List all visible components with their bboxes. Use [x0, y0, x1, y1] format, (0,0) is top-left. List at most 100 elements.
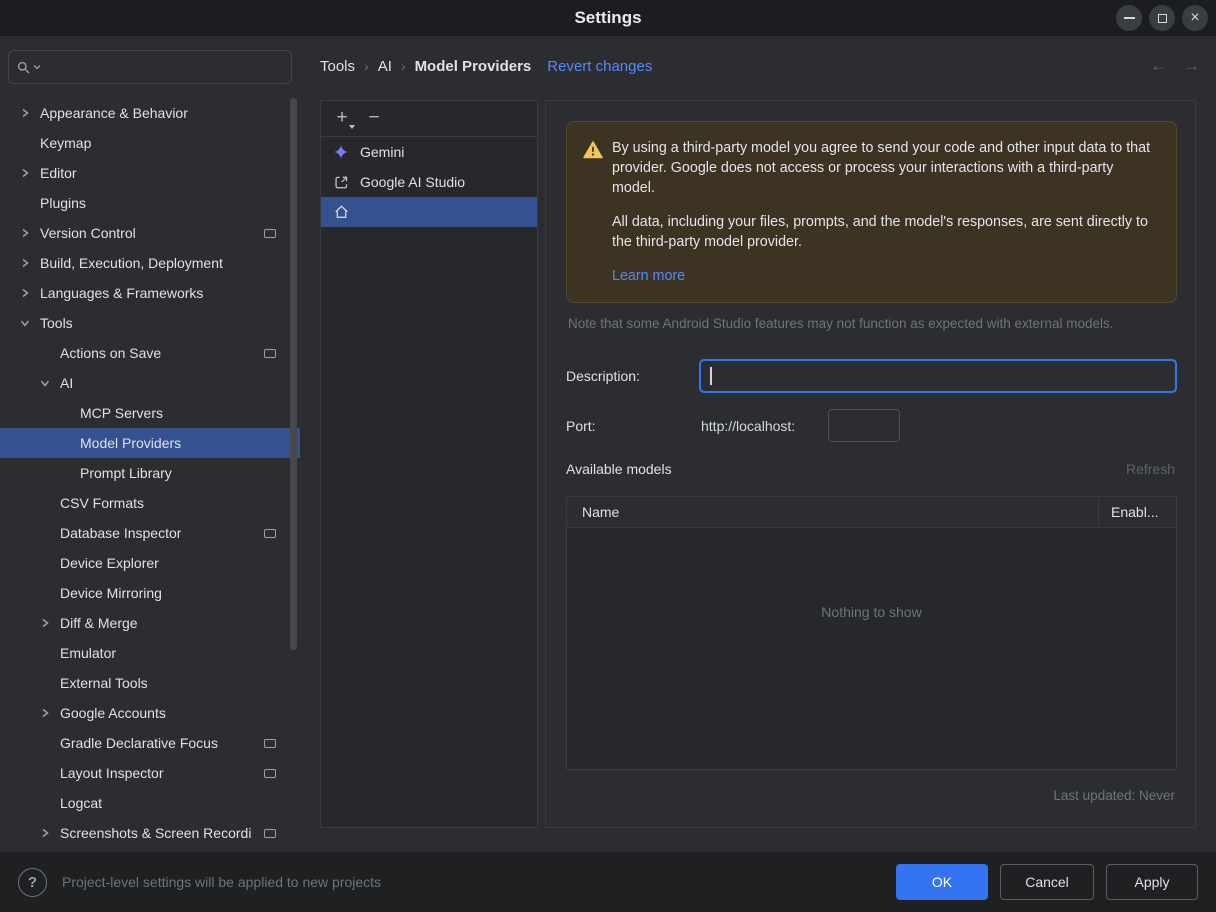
chevron-right-icon[interactable] — [14, 168, 40, 178]
port-url-prefix: http://localhost: — [701, 418, 796, 434]
chevron-right-icon[interactable] — [14, 108, 40, 118]
home-icon — [334, 205, 352, 219]
sidebar-item-plugins[interactable]: Plugins — [0, 188, 300, 218]
sidebar-item-label: Appearance & Behavior — [40, 105, 188, 121]
description-input[interactable] — [699, 359, 1177, 393]
sidebar-item-label: Logcat — [60, 795, 103, 811]
breadcrumb-model-providers: Model Providers — [414, 57, 532, 75]
minimize-icon — [1123, 17, 1135, 19]
sidebar-item-label: MCP Servers — [80, 405, 163, 421]
breadcrumb-separator: › — [364, 58, 369, 74]
search-box[interactable] — [8, 50, 292, 84]
back-arrow-icon[interactable]: ← — [1150, 56, 1167, 76]
sidebar-item-layout-inspector[interactable]: Layout Inspector — [0, 758, 300, 788]
history-nav: ← → — [1150, 56, 1200, 76]
external-models-note: Note that some Android Studio features m… — [568, 316, 1114, 331]
sidebar-item-screenshots-screen-recordi[interactable]: Screenshots & Screen Recordi — [0, 818, 300, 848]
add-provider-button[interactable]: + — [331, 107, 355, 130]
sidebar-item-prompt-library[interactable]: Prompt Library — [0, 458, 300, 488]
chevron-right-icon[interactable] — [34, 828, 60, 838]
sidebar-item-ai[interactable]: AI — [0, 368, 300, 398]
revert-changes-link[interactable]: Revert changes — [547, 58, 652, 75]
close-button[interactable]: × — [1182, 5, 1208, 31]
sidebar: Appearance & Behavior Keymap Editor Plugins… — [0, 36, 308, 852]
help-button[interactable]: ? — [18, 868, 47, 897]
sidebar-item-database-inspector[interactable]: Database Inspector — [0, 518, 300, 548]
sidebar-item-device-mirroring[interactable]: Device Mirroring — [0, 578, 300, 608]
last-updated-text: Last updated: Never — [1053, 788, 1175, 803]
search-icon — [17, 61, 30, 73]
shared-setting-icon — [264, 348, 276, 358]
chevron-right-icon[interactable] — [14, 258, 40, 268]
sidebar-item-label: Prompt Library — [80, 465, 172, 481]
chevron-right-icon[interactable] — [14, 228, 40, 238]
footer-note: Project-level settings will be applied t… — [62, 874, 382, 890]
empty-state-text: Nothing to show — [821, 604, 922, 620]
chevron-right-icon[interactable] — [14, 288, 40, 298]
description-field-wrap — [699, 359, 1177, 393]
shared-setting-icon — [264, 228, 276, 238]
chevron-down-icon[interactable] — [34, 378, 60, 388]
window-controls: × — [1116, 5, 1208, 31]
sidebar-item-label: Gradle Declarative Focus — [60, 735, 218, 751]
forward-arrow-icon[interactable]: → — [1183, 56, 1200, 76]
settings-tree: Appearance & Behavior Keymap Editor Plugins… — [0, 98, 300, 848]
sidebar-item-device-explorer[interactable]: Device Explorer — [0, 548, 300, 578]
sidebar-item-diff-merge[interactable]: Diff & Merge — [0, 608, 300, 638]
sidebar-item-csv-formats[interactable]: CSV Formats — [0, 488, 300, 518]
gemini-star-icon — [334, 145, 352, 159]
remove-provider-button[interactable]: − — [363, 107, 385, 130]
column-header-name[interactable]: Name — [567, 497, 1098, 527]
sidebar-item-label: External Tools — [60, 675, 148, 691]
column-header-enabled[interactable]: Enabl... — [1098, 497, 1176, 527]
sidebar-item-editor[interactable]: Editor — [0, 158, 300, 188]
sidebar-item-label: Build, Execution, Deployment — [40, 255, 223, 271]
sidebar-item-emulator[interactable]: Emulator — [0, 638, 300, 668]
sidebar-item-languages-frameworks[interactable]: Languages & Frameworks — [0, 278, 300, 308]
learn-more-link[interactable]: Learn more — [612, 266, 685, 286]
port-input[interactable] — [828, 409, 900, 442]
available-models-label: Available models — [566, 461, 672, 477]
sidebar-item-label: Keymap — [40, 135, 92, 151]
sidebar-item-actions-on-save[interactable]: Actions on Save — [0, 338, 300, 368]
sidebar-item-label: Plugins — [40, 195, 86, 211]
provider-item-google-ai-studio[interactable]: Google AI Studio — [321, 167, 537, 197]
sidebar-item-tools[interactable]: Tools — [0, 308, 300, 338]
breadcrumb-tools[interactable]: Tools — [320, 58, 355, 75]
settings-content: Appearance & Behavior Keymap Editor Plugins… — [0, 36, 1216, 852]
shared-setting-icon — [264, 528, 276, 538]
breadcrumb-ai[interactable]: AI — [378, 58, 392, 75]
chevron-right-icon[interactable] — [34, 708, 60, 718]
providers-toolbar: + − — [321, 101, 537, 137]
titlebar[interactable]: Settings × — [0, 0, 1216, 36]
maximize-button[interactable] — [1149, 5, 1175, 31]
minimize-button[interactable] — [1116, 5, 1142, 31]
shared-setting-icon — [264, 768, 276, 778]
chevron-down-icon[interactable] — [14, 318, 40, 328]
search-history-chevron-icon — [33, 65, 41, 70]
sidebar-item-label: Screenshots & Screen Recordi — [60, 825, 252, 841]
sidebar-item-google-accounts[interactable]: Google Accounts — [0, 698, 300, 728]
breadcrumb-separator: › — [400, 58, 406, 74]
sidebar-item-mcp-servers[interactable]: MCP Servers — [0, 398, 300, 428]
sidebar-item-appearance-behavior[interactable]: Appearance & Behavior — [0, 98, 300, 128]
refresh-button[interactable]: Refresh — [1126, 459, 1175, 479]
chevron-right-icon[interactable] — [34, 618, 60, 628]
sidebar-item-keymap[interactable]: Keymap — [0, 128, 300, 158]
provider-item-new[interactable] — [321, 197, 537, 227]
cancel-button[interactable]: Cancel — [1000, 864, 1094, 900]
sidebar-item-gradle-declarative-focus[interactable]: Gradle Declarative Focus — [0, 728, 300, 758]
close-icon: × — [1190, 9, 1200, 26]
table-header: Name Enabl... — [567, 497, 1176, 528]
settings-search-input[interactable] — [47, 59, 283, 75]
apply-button[interactable]: Apply — [1106, 864, 1198, 900]
sidebar-item-external-tools[interactable]: External Tools — [0, 668, 300, 698]
ok-button[interactable]: OK — [896, 864, 988, 900]
providers-list: Gemini Google AI Studio — [321, 137, 537, 227]
sidebar-item-build-execution-deployment[interactable]: Build, Execution, Deployment — [0, 248, 300, 278]
sidebar-item-model-providers[interactable]: Model Providers — [0, 428, 300, 458]
provider-item-gemini[interactable]: Gemini — [321, 137, 537, 167]
sidebar-scrollbar[interactable] — [290, 98, 297, 650]
sidebar-item-version-control[interactable]: Version Control — [0, 218, 300, 248]
sidebar-item-logcat[interactable]: Logcat — [0, 788, 300, 818]
